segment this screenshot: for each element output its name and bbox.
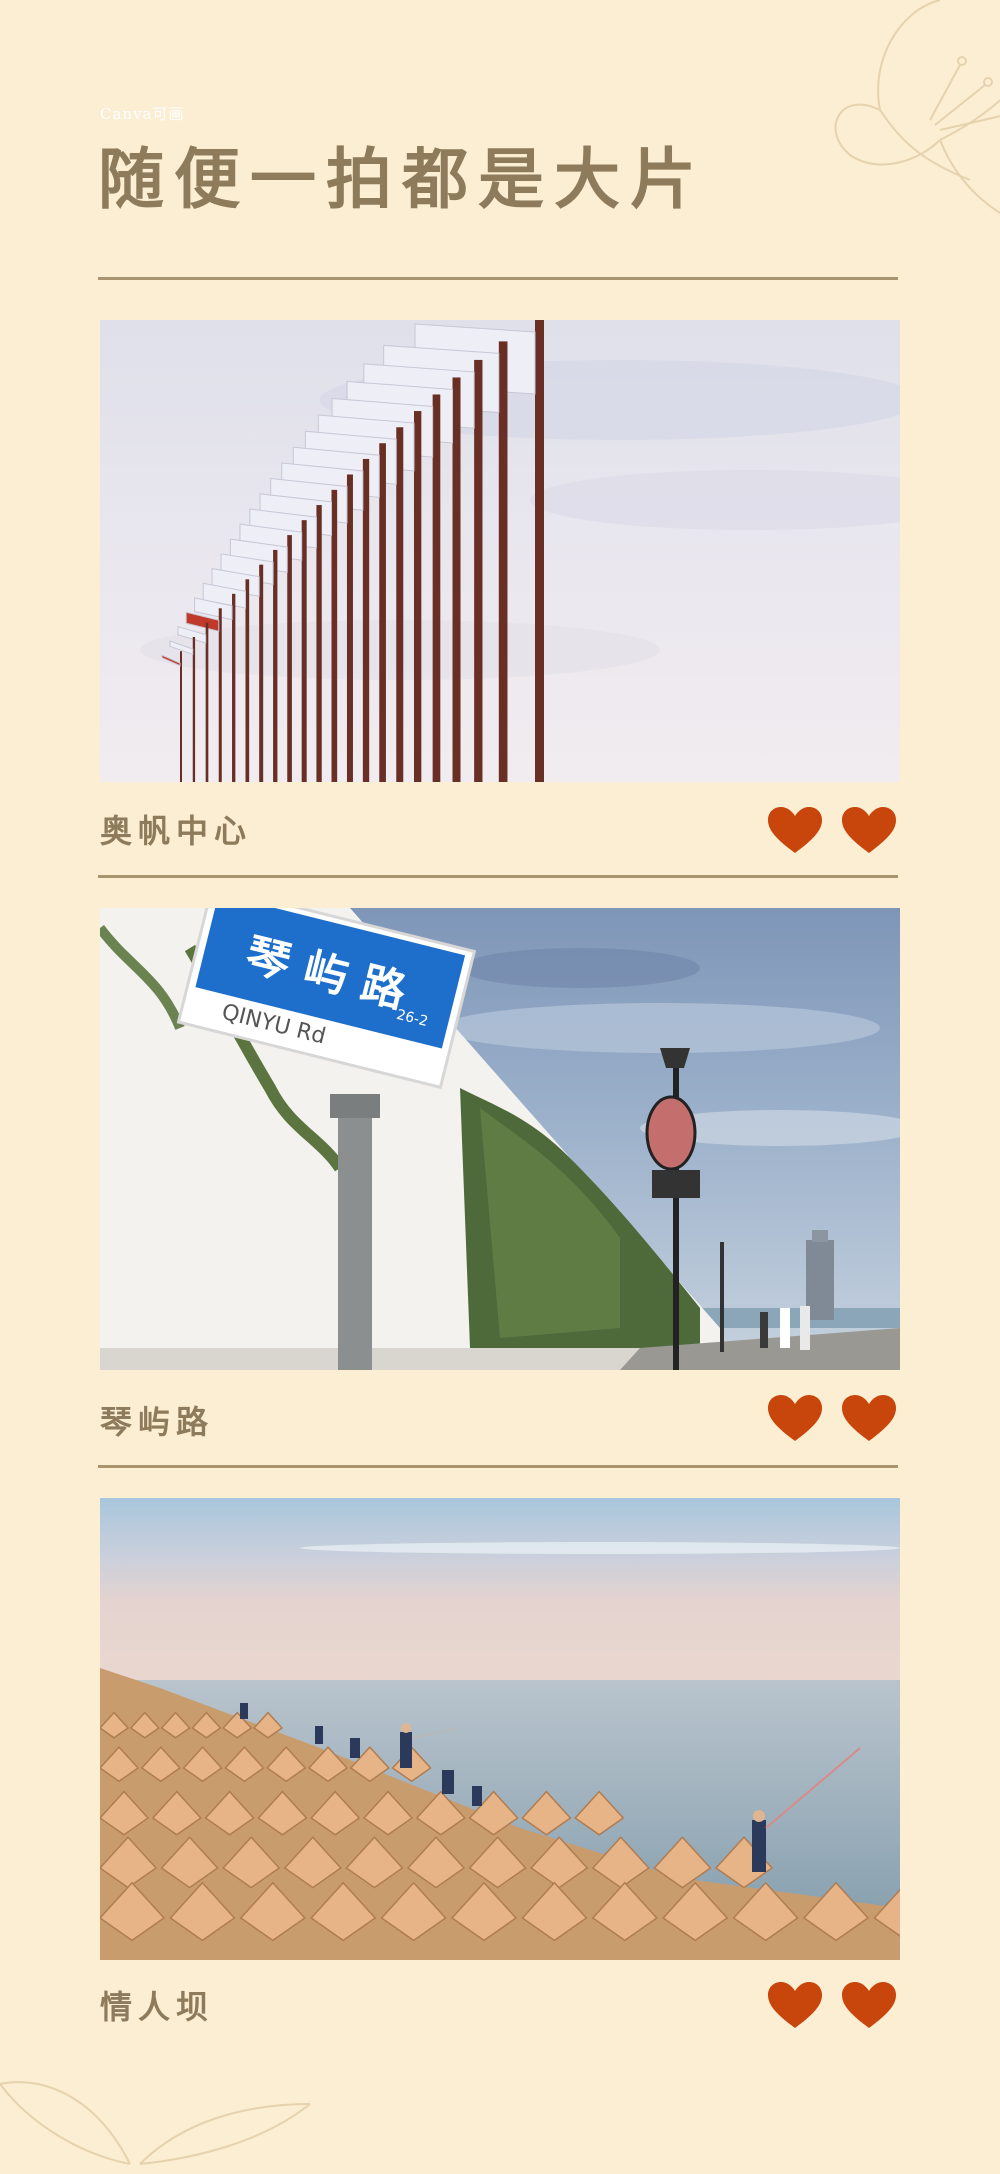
flag-pole [452,377,461,782]
flag-pole [362,458,370,782]
flag-pole [432,394,441,782]
caption-olympic-sailing-center: 奥帆中心 [100,812,253,850]
flag-pole [346,474,353,782]
divider-1 [98,875,898,878]
flag-pole [232,593,236,782]
flag-pole [259,564,264,782]
flag-pole [205,622,209,782]
flag-pole [498,341,508,782]
flag-pole [316,505,322,782]
flag-pole [301,520,307,782]
flag-pole [218,608,222,782]
flag-pole [535,320,544,782]
heart-icon[interactable] [840,1394,898,1444]
brand-watermark: Canva可画 [100,105,185,123]
flag-pole [273,549,278,782]
heart-icon[interactable] [766,1394,824,1444]
photo-lovers-dam [100,1498,900,1960]
page-title: 随便一拍都是大片 [98,141,706,218]
caption-qinyu-road: 琴屿路 [100,1403,215,1441]
flag-pole [245,579,250,782]
flag-pole [379,443,386,782]
flag-pole [331,489,338,782]
leaf-outline-decoration [0,2081,311,2165]
flower-outline-decoration [834,0,1000,214]
heart-icon[interactable] [766,1981,824,2031]
flag-pole [180,651,182,782]
photo-qinyu-road: 琴 屿 路 26-2 QINYU Rd [100,908,900,1370]
flag-pole [192,636,196,782]
divider-top [98,277,898,280]
heart-icon[interactable] [766,806,824,856]
flag-pole [413,411,422,782]
photo-olympic-flags [100,320,900,782]
divider-2 [98,1465,898,1468]
flag-pole [396,427,404,782]
heart-icon[interactable] [840,1981,898,2031]
flag-pole [287,535,292,782]
caption-lovers-dam: 情人坝 [100,1988,215,2026]
heart-icon[interactable] [840,806,898,856]
flag-pole [474,359,483,782]
